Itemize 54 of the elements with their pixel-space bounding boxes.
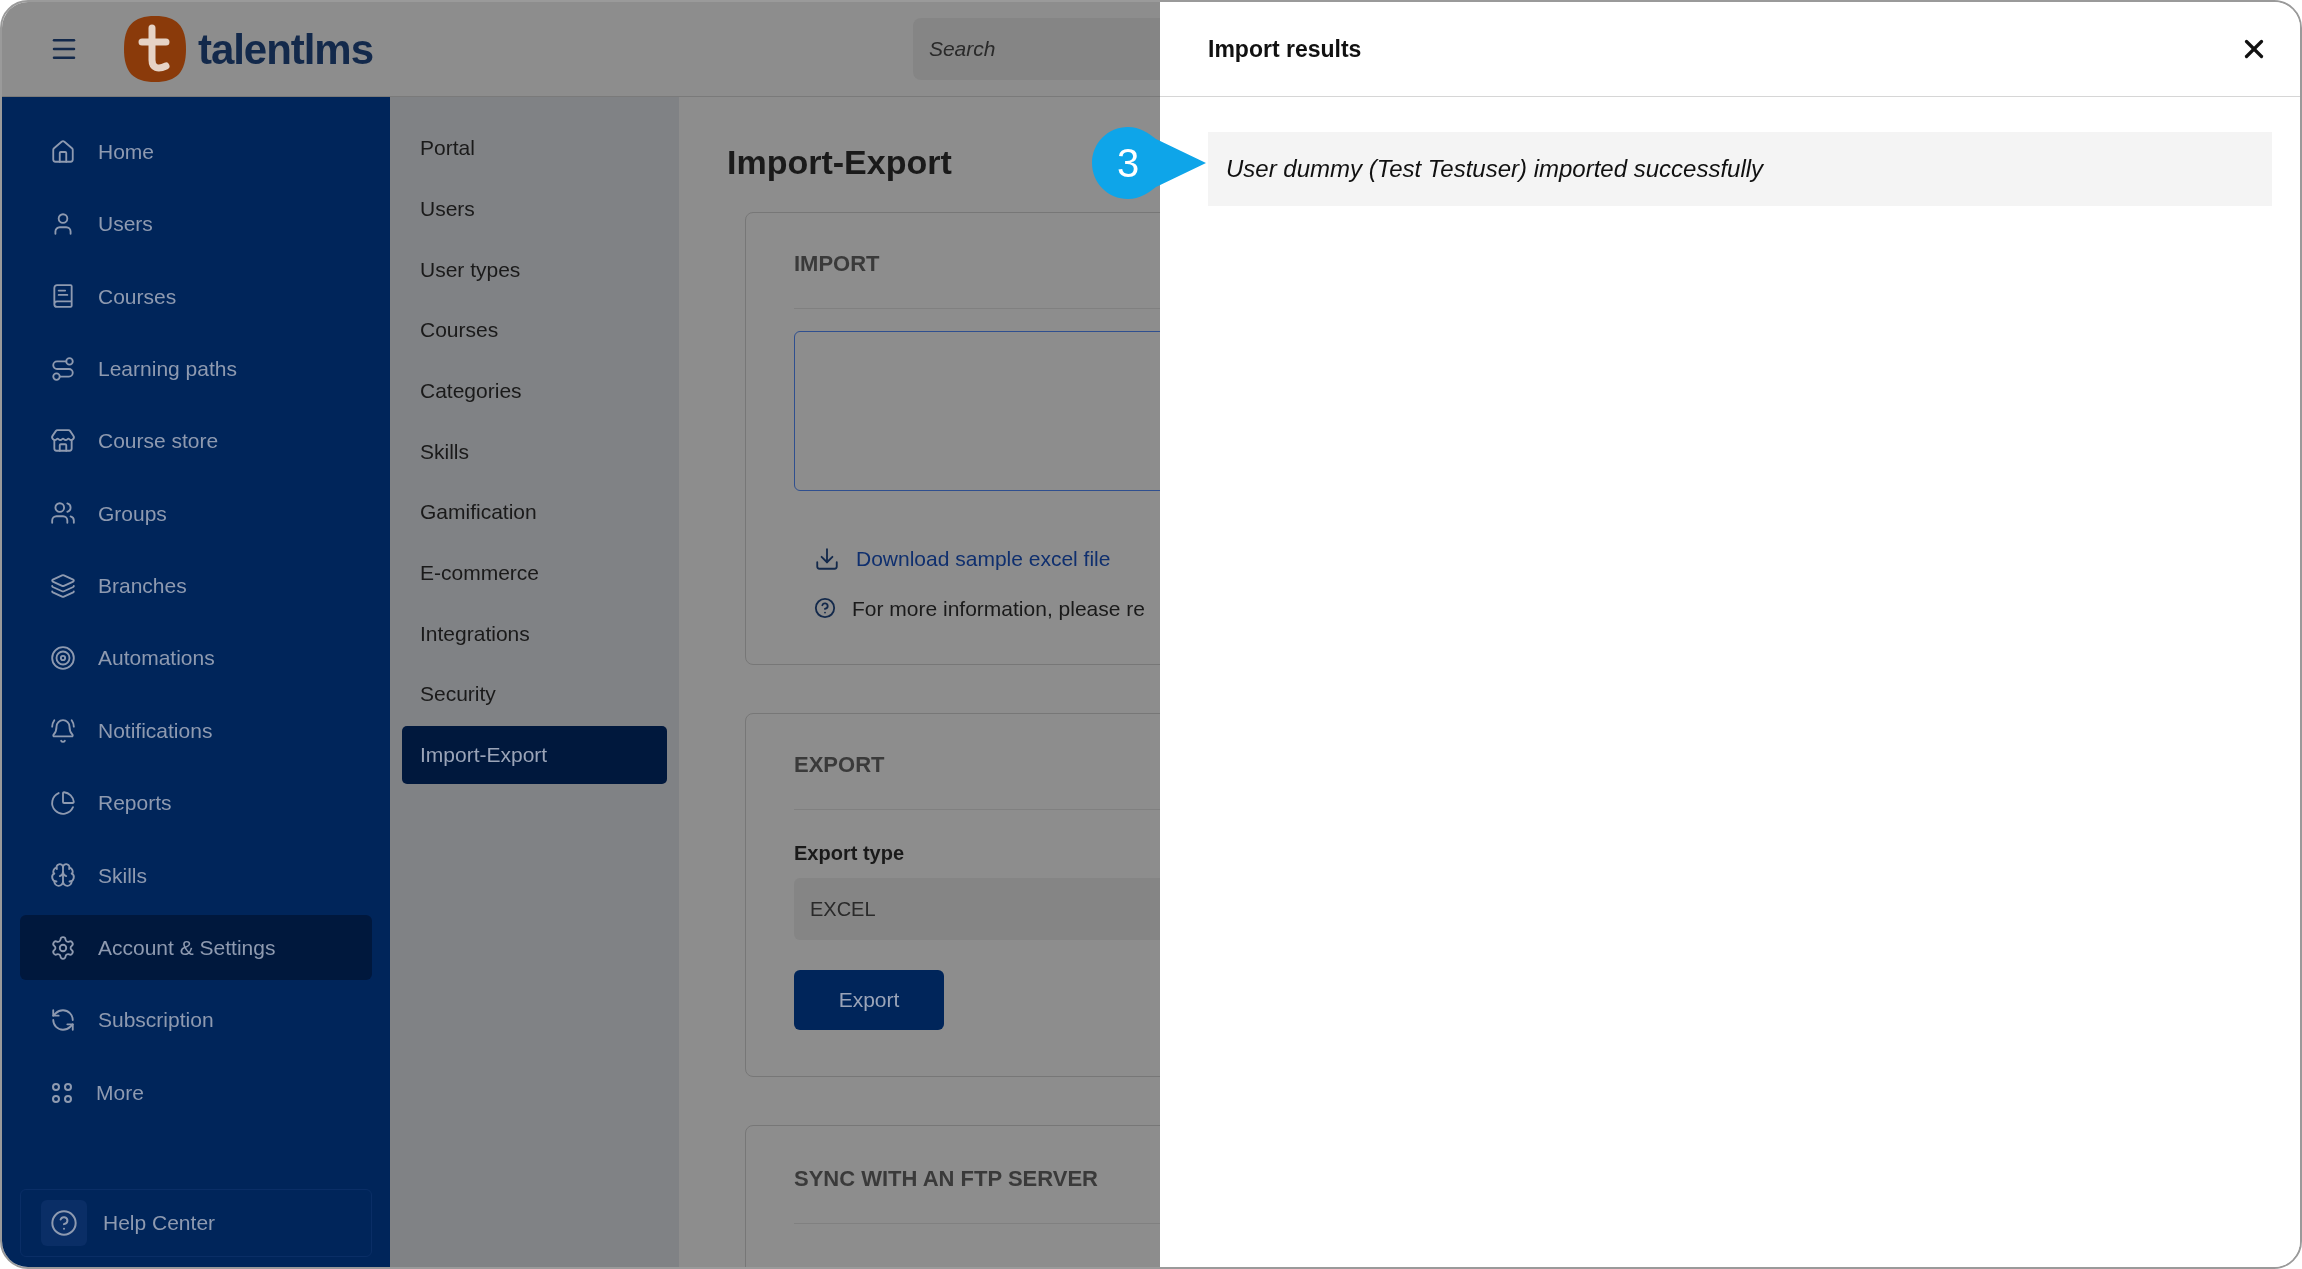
result-message: User dummy (Test Testuser) imported successfully [1208, 132, 2272, 206]
sidebar-item[interactable]: More [20, 1060, 372, 1126]
logo-wordmark: talentlms [198, 24, 373, 75]
sidebar-item[interactable]: Skills [20, 842, 372, 908]
search-field[interactable]: Search [912, 18, 1160, 80]
route-icon [50, 355, 76, 382]
submenu-item[interactable]: Integrations [402, 604, 667, 663]
submenu-item[interactable]: Portal [402, 119, 667, 177]
submenu-item[interactable]: Courses [402, 301, 667, 360]
sidebar-item[interactable]: Notifications [20, 698, 372, 764]
sidebar-item[interactable]: Home [20, 119, 372, 184]
sidebar-item[interactable]: Users [20, 191, 372, 257]
download-link[interactable]: Download sample excel file [856, 543, 1111, 575]
download-icon [814, 545, 840, 572]
refresh-icon [50, 1007, 76, 1034]
page-title: Import-Export [727, 142, 952, 183]
house-icon [50, 138, 76, 165]
target-icon [50, 645, 76, 672]
field-label: Export type [794, 841, 906, 866]
export-button[interactable]: Export [794, 970, 944, 1030]
submenu-item[interactable]: Import-Export [402, 725, 667, 784]
submenu-item[interactable]: Gamification [402, 483, 667, 542]
submenu-item[interactable]: E-commerce [402, 543, 667, 602]
sidebar-item[interactable]: Branches [20, 553, 372, 619]
help-icon [814, 597, 836, 620]
sidebar-item[interactable]: Automations [20, 625, 372, 691]
sidebar-item[interactable]: Groups [20, 480, 372, 546]
pie-chart-icon [50, 790, 76, 816]
info-text: For more information, please re [852, 595, 1145, 622]
sidebar-item[interactable]: Learning paths [20, 336, 372, 402]
sidebar-item[interactable]: Subscription [20, 987, 372, 1053]
help-center-button[interactable]: Help Center [20, 1189, 372, 1257]
callout-marker: 3 [1090, 125, 1206, 201]
sidebar-item[interactable]: Course store [20, 408, 372, 474]
group-icon [50, 500, 76, 527]
dots-grid-icon [50, 1080, 74, 1105]
brain-icon [50, 862, 76, 889]
settings-icon [50, 934, 76, 961]
submenu-item[interactable]: Categories [402, 361, 667, 420]
submenu-item[interactable]: Skills [402, 422, 667, 481]
bell-icon [50, 717, 76, 744]
help-icon [50, 1209, 78, 1237]
store-icon [50, 428, 76, 455]
book-icon [50, 283, 76, 310]
logo-icon [122, 14, 188, 84]
sidebar-item[interactable]: Courses [20, 263, 372, 329]
submenu-item[interactable]: User types [402, 240, 667, 299]
export-type-select[interactable]: EXCEL [794, 878, 1160, 940]
submenu-item[interactable]: Users [402, 179, 667, 238]
sidebar-item[interactable]: Reports [20, 770, 372, 836]
submenu-item[interactable]: Security [402, 665, 667, 724]
layers-icon [50, 572, 76, 599]
panel-title: Import results [1208, 34, 1362, 64]
sidebar-item[interactable]: Account & Settings [20, 915, 372, 981]
